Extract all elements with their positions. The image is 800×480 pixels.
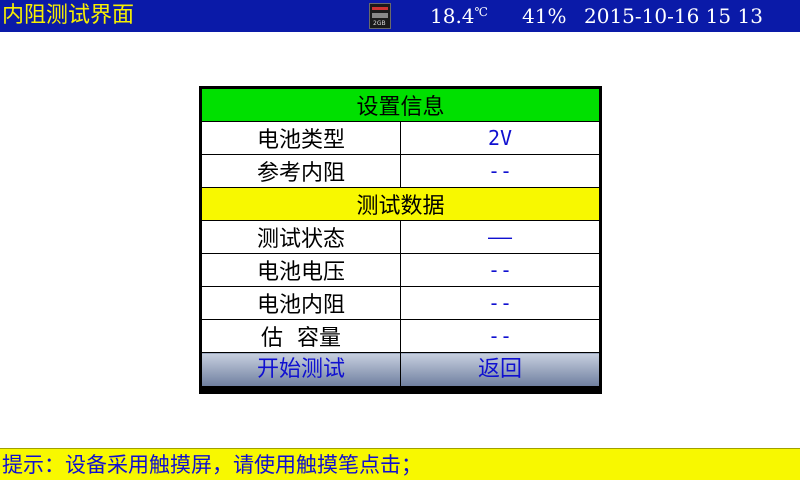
section-header-settings: 设置信息 (201, 88, 600, 122)
back-button[interactable]: 返回 (401, 353, 599, 386)
table-row: 参考内阻 -- (201, 154, 600, 188)
status-bar: 内阻测试界面 2GB 18.4℃ 41% 2015-10-16 15 13 (0, 0, 800, 32)
battery-resistance-value: -- (400, 286, 600, 320)
ref-resistance-value[interactable]: -- (400, 154, 600, 188)
test-info-table: 设置信息 电池类型 2V 参考内阻 -- 测试数据 测试状态 —— 电池电压 -… (201, 88, 600, 387)
temperature-value: 18.4 (430, 4, 475, 28)
table-row: 电池类型 2V (201, 121, 600, 155)
ref-resistance-label: 参考内阻 (201, 154, 401, 188)
hint-text: 提示：设备采用触摸屏，请使用触摸笔点击； (2, 453, 422, 477)
capacity-label: 估 容量 (201, 319, 401, 353)
section-title-settings: 设置信息 (201, 88, 600, 122)
battery-type-value[interactable]: 2V (400, 121, 600, 155)
section-header-test-data: 测试数据 (201, 187, 600, 221)
test-status-label: 测试状态 (201, 220, 401, 254)
table-row: 电池电压 -- (201, 253, 600, 287)
battery-voltage-value: -- (400, 253, 600, 287)
battery-voltage-label: 电池电压 (201, 253, 401, 287)
capacity-value: -- (400, 319, 600, 353)
sd-card-capacity: 2GB (373, 20, 386, 27)
battery-resistance-label: 电池内阻 (201, 286, 401, 320)
test-status-value: —— (400, 220, 600, 254)
datetime-readout: 2015-10-16 15 13 (584, 4, 763, 28)
humidity-readout: 41% (522, 4, 567, 28)
table-row: 电池内阻 -- (201, 286, 600, 320)
table-row: 估 容量 -- (201, 319, 600, 353)
table-row: 测试状态 —— (201, 220, 600, 254)
section-title-test-data: 测试数据 (201, 187, 600, 221)
hint-bar: 提示：设备采用触摸屏，请使用触摸笔点击； (0, 448, 800, 480)
temperature-unit: ℃ (474, 5, 488, 19)
page-title: 内阻测试界面 (2, 3, 135, 28)
temperature-readout: 18.4℃ (430, 4, 488, 28)
start-test-button[interactable]: 开始测试 (202, 353, 400, 386)
test-info-panel: 设置信息 电池类型 2V 参考内阻 -- 测试数据 测试状态 —— 电池电压 -… (199, 86, 602, 394)
sd-card-icon: 2GB (369, 3, 391, 29)
button-row: 开始测试 返回 (201, 352, 600, 387)
battery-type-label: 电池类型 (201, 121, 401, 155)
